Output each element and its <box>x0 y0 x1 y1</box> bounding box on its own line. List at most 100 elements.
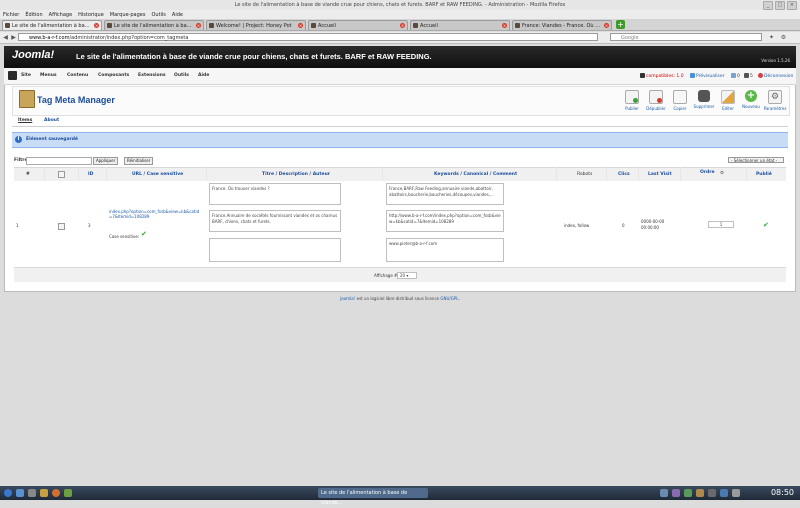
filter-input[interactable] <box>26 157 92 165</box>
kde-menu-icon[interactable] <box>4 489 12 497</box>
tab-3[interactable]: Welcome! | Project: Honey Pot × <box>206 20 306 30</box>
url-bar[interactable]: www.b-a-r-f.com/administrator/index.php?… <box>18 33 598 41</box>
copy-icon <box>673 90 687 104</box>
parameters-icon: ⚙ <box>768 90 782 104</box>
firefox-icon[interactable] <box>52 489 60 497</box>
close-tab-icon[interactable]: × <box>502 23 507 28</box>
menu-edition[interactable]: Édition <box>22 12 45 18</box>
author-field[interactable] <box>209 238 341 262</box>
select-all-checkbox[interactable] <box>58 171 65 178</box>
unpublish-icon <box>649 90 663 104</box>
tray-icon[interactable] <box>660 489 668 497</box>
tab-items[interactable]: Items <box>18 118 32 123</box>
col-clics[interactable]: Clics <box>618 172 630 177</box>
menu-marque-pages[interactable]: Marque-pages <box>107 12 149 18</box>
desktop-icon[interactable] <box>16 489 24 497</box>
copy-button[interactable]: Copier <box>667 90 693 111</box>
col-ordre[interactable]: Ordre <box>700 170 715 175</box>
preview-link[interactable]: Prévisualiser <box>690 73 725 79</box>
description-field[interactable]: France.Annuaire de sociétés fournissant … <box>209 210 341 232</box>
close-tab-icon[interactable]: × <box>94 23 99 28</box>
admin-menu-site[interactable]: Site <box>21 73 31 78</box>
menu-historique[interactable]: Historique <box>75 12 107 18</box>
app-icon[interactable] <box>64 489 72 497</box>
tab-6[interactable]: France: Viandes - France. Où trou... × <box>512 20 612 30</box>
col-num: # <box>26 172 30 177</box>
tray-icon[interactable] <box>696 489 704 497</box>
admin-menu-extensions[interactable]: Extensions <box>138 73 166 78</box>
menu-outils[interactable]: Outils <box>148 12 168 18</box>
save-order-icon[interactable]: ⚙ <box>720 171 724 176</box>
search-input[interactable]: Google <box>610 33 762 41</box>
tray-icon[interactable] <box>672 489 680 497</box>
close-tab-icon[interactable]: × <box>298 23 303 28</box>
col-url[interactable]: URL / Case sensitive <box>132 172 183 177</box>
tab-label: Le site de l'alimentation à base de... <box>12 22 92 29</box>
publish-button[interactable]: Publier <box>619 90 645 111</box>
order-input[interactable]: 1 <box>708 221 734 228</box>
maximize-button[interactable]: □ <box>775 1 785 10</box>
joomla-link[interactable]: Joomla! <box>340 296 355 301</box>
state-select[interactable]: - Sélectionner un état - <box>728 157 784 163</box>
network-icon[interactable] <box>720 489 728 497</box>
close-tab-icon[interactable]: × <box>604 23 609 28</box>
admin-menu-composants[interactable]: Composants <box>98 73 129 78</box>
tray-icon[interactable] <box>684 489 692 497</box>
admin-menu-menus[interactable]: Menus <box>40 73 57 78</box>
puzzle-icon[interactable]: ✦ <box>768 34 775 41</box>
terminal-icon[interactable] <box>28 489 36 497</box>
tab-2[interactable]: Le site de l'alimentation à base d... × <box>104 20 204 30</box>
row-checkbox[interactable] <box>58 223 65 230</box>
col-publie[interactable]: Publié <box>756 172 772 177</box>
col-title[interactable]: Titre / Description / Auteur <box>262 172 330 177</box>
gpl-link[interactable]: GNU/GPL <box>440 296 458 301</box>
new-tab-button[interactable]: + <box>616 20 625 29</box>
col-robots: Robots <box>577 172 593 177</box>
row-url-link[interactable]: index.php?option=com_fssb&view=kb&catid=… <box>109 209 201 219</box>
apply-button[interactable]: Appliquer <box>93 157 119 165</box>
new-label: Nouveau <box>742 104 760 109</box>
minimize-button[interactable]: _ <box>763 1 773 10</box>
forward-icon[interactable]: ▶ <box>10 34 17 41</box>
col-lastvisit[interactable]: Last Visit <box>648 172 672 177</box>
canonical-field[interactable]: http://www.b-a-r-f.com/index.php?option=… <box>386 210 504 232</box>
admin-menu-outils[interactable]: Outils <box>174 73 189 78</box>
col-keywords[interactable]: Keywords / Canonical / Comment <box>434 172 517 177</box>
publish-label: Publier <box>625 106 639 111</box>
tab-5[interactable]: Accueil × <box>410 20 510 30</box>
back-icon[interactable]: ◀ <box>2 34 9 41</box>
pagination-select[interactable]: 20 ▾ <box>397 272 417 279</box>
tab-4[interactable]: Accueil × <box>308 20 408 30</box>
title-field[interactable]: France. Où trouver viandes ? <box>209 183 341 205</box>
tray-icon[interactable] <box>708 489 716 497</box>
menu-aide[interactable]: Aide <box>169 12 186 18</box>
compat-status: compatibles: 1.0 <box>640 73 684 79</box>
published-check-icon[interactable]: ✔ <box>763 221 769 229</box>
users-value: 5 <box>750 74 753 79</box>
tab-1[interactable]: Le site de l'alimentation à base de... × <box>2 20 102 30</box>
folder-icon[interactable] <box>40 489 48 497</box>
tools-icon[interactable]: ⚙ <box>780 34 787 41</box>
close-window-button[interactable]: × <box>787 1 797 10</box>
tab-label: France: Viandes - France. Où trou... <box>522 22 602 29</box>
logout-link[interactable]: Déconnexion <box>758 73 793 79</box>
close-tab-icon[interactable]: × <box>196 23 201 28</box>
taskbar-firefox-window[interactable]: Le site de l'alimentation à base de vian… <box>318 488 428 506</box>
menu-affichage[interactable]: Affichage <box>46 12 76 18</box>
parameters-button[interactable]: ⚙ Paramètres <box>762 90 788 111</box>
admin-menu-aide[interactable]: Aide <box>198 73 209 78</box>
messages-count[interactable]: 0 <box>731 73 740 79</box>
joomla-header: Joomla! Le site de l'alimentation à base… <box>4 46 796 68</box>
menu-fichier[interactable]: Fichier <box>0 12 22 18</box>
unpublish-button[interactable]: Dépublier <box>643 90 669 111</box>
col-id[interactable]: ID <box>88 172 93 177</box>
volume-icon[interactable] <box>732 489 740 497</box>
reset-button[interactable]: Réinitialiser <box>124 157 154 165</box>
tab-about[interactable]: About <box>44 118 59 123</box>
keywords-field[interactable]: France,BARF,Raw Feeding,annuaire viande,… <box>386 183 504 205</box>
close-tab-icon[interactable]: × <box>400 23 405 28</box>
delete-button[interactable]: Supprimer <box>691 90 717 109</box>
admin-menu-contenu[interactable]: Contenu <box>67 73 88 78</box>
new-button[interactable]: + Nouveau <box>738 90 764 109</box>
comment-field[interactable]: www.pieter@b-a-r-f.com <box>386 238 504 262</box>
